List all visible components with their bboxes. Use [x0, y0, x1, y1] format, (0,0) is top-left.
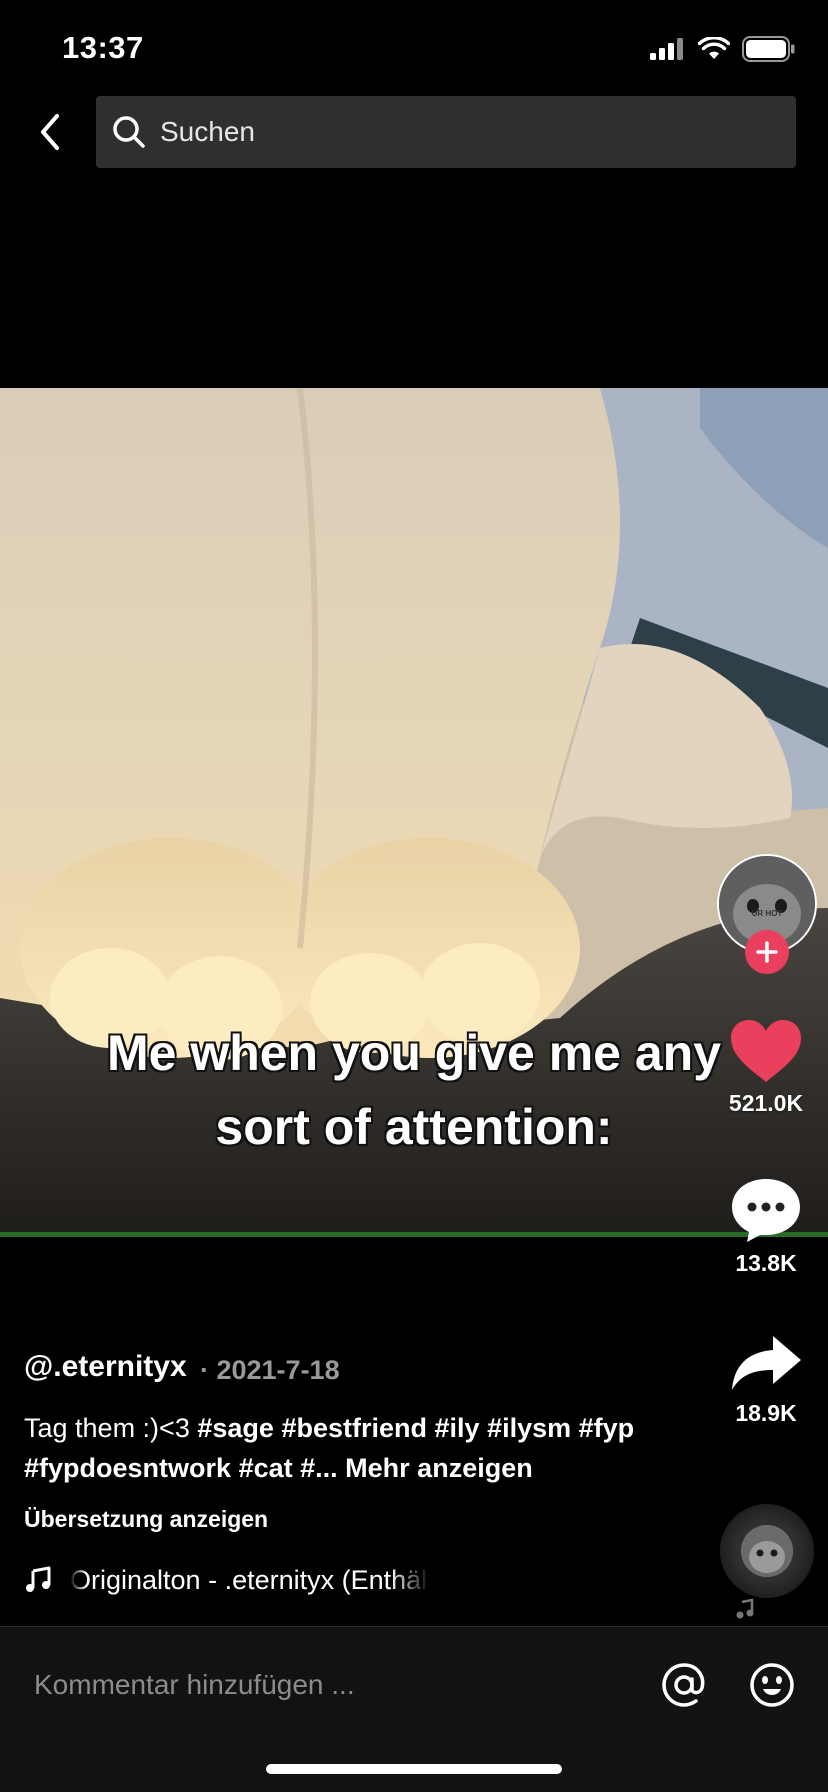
wifi-icon [698, 37, 730, 59]
emoji-smile-icon [750, 1663, 794, 1707]
share-count: 18.9K [735, 1400, 797, 1426]
home-indicator[interactable] [266, 1764, 562, 1774]
hashtag[interactable]: #sage [197, 1413, 274, 1443]
sound-title: Originalton - .eternityx (Enthält [70, 1564, 430, 1595]
emoji-button[interactable] [748, 1661, 796, 1714]
battery-icon [742, 36, 795, 62]
status-icons [650, 36, 796, 62]
post-description: Tag them :)<3 #sage #bestfriend #ily #il… [24, 1408, 644, 1488]
show-translation-link[interactable]: Übersetzung anzeigen [24, 1506, 268, 1533]
search-input[interactable]: Suchen [96, 96, 796, 168]
avatar-text: UR HOT [752, 909, 783, 918]
hashtag[interactable]: #ily [435, 1413, 480, 1443]
heart-icon [731, 1020, 801, 1082]
cellular-signal-icon [650, 38, 683, 60]
comment-count: 13.8K [735, 1250, 797, 1276]
at-sign-icon [662, 1663, 705, 1707]
mention-button[interactable] [660, 1661, 708, 1714]
disc-cover-image [741, 1525, 793, 1577]
music-note-icon [26, 1566, 51, 1592]
plus-icon [756, 941, 778, 963]
post-date: · 2021-7-18 [200, 1355, 340, 1385]
floating-music-note-icon [736, 1598, 754, 1619]
share-button[interactable]: 18.9K [716, 1332, 816, 1427]
video-caption-line2: sort of attention: [214, 1098, 613, 1156]
search-placeholder: Suchen [160, 116, 255, 147]
tiktok-video-screen: 13:37 Suchen Me when you give me any sor… [0, 0, 828, 1792]
hashtag[interactable]: #fypdoesntwork [24, 1453, 231, 1483]
back-button[interactable] [28, 104, 72, 160]
search-icon [113, 116, 145, 148]
video-player[interactable]: Me when you give me any sort of attentio… [0, 388, 828, 1232]
description-text: Tag them :)<3 [24, 1413, 190, 1443]
sound-disc-cover [741, 1525, 793, 1577]
like-button[interactable]: 521.0K [716, 1018, 816, 1117]
creator-username[interactable]: @.eternityx [24, 1350, 187, 1384]
follow-button[interactable] [745, 930, 789, 974]
status-time: 13:37 [62, 30, 144, 65]
comment-bubble-icon [732, 1179, 800, 1242]
hashtag[interactable]: #ilysm [487, 1413, 571, 1443]
share-arrow-icon [732, 1336, 801, 1390]
sound-disc[interactable] [720, 1504, 814, 1598]
comment-input[interactable]: Kommentar hinzufügen ... [34, 1657, 634, 1713]
hashtag[interactable]: #bestfriend [281, 1413, 427, 1443]
hashtag[interactable]: #fyp [579, 1413, 635, 1443]
hashtag[interactable]: #... [300, 1453, 338, 1483]
video-progress-bar[interactable] [0, 1232, 828, 1237]
sound-link[interactable]: Originalton - .eternityx (Enthält [24, 1558, 444, 1602]
hashtag[interactable]: #cat [239, 1453, 293, 1483]
show-more-link[interactable]: Mehr anzeigen [345, 1453, 533, 1483]
chevron-left-icon [41, 114, 59, 150]
comment-button[interactable]: 13.8K [716, 1176, 816, 1277]
like-count: 521.0K [728, 1090, 804, 1116]
video-caption-line1: Me when you give me any [106, 1024, 722, 1082]
